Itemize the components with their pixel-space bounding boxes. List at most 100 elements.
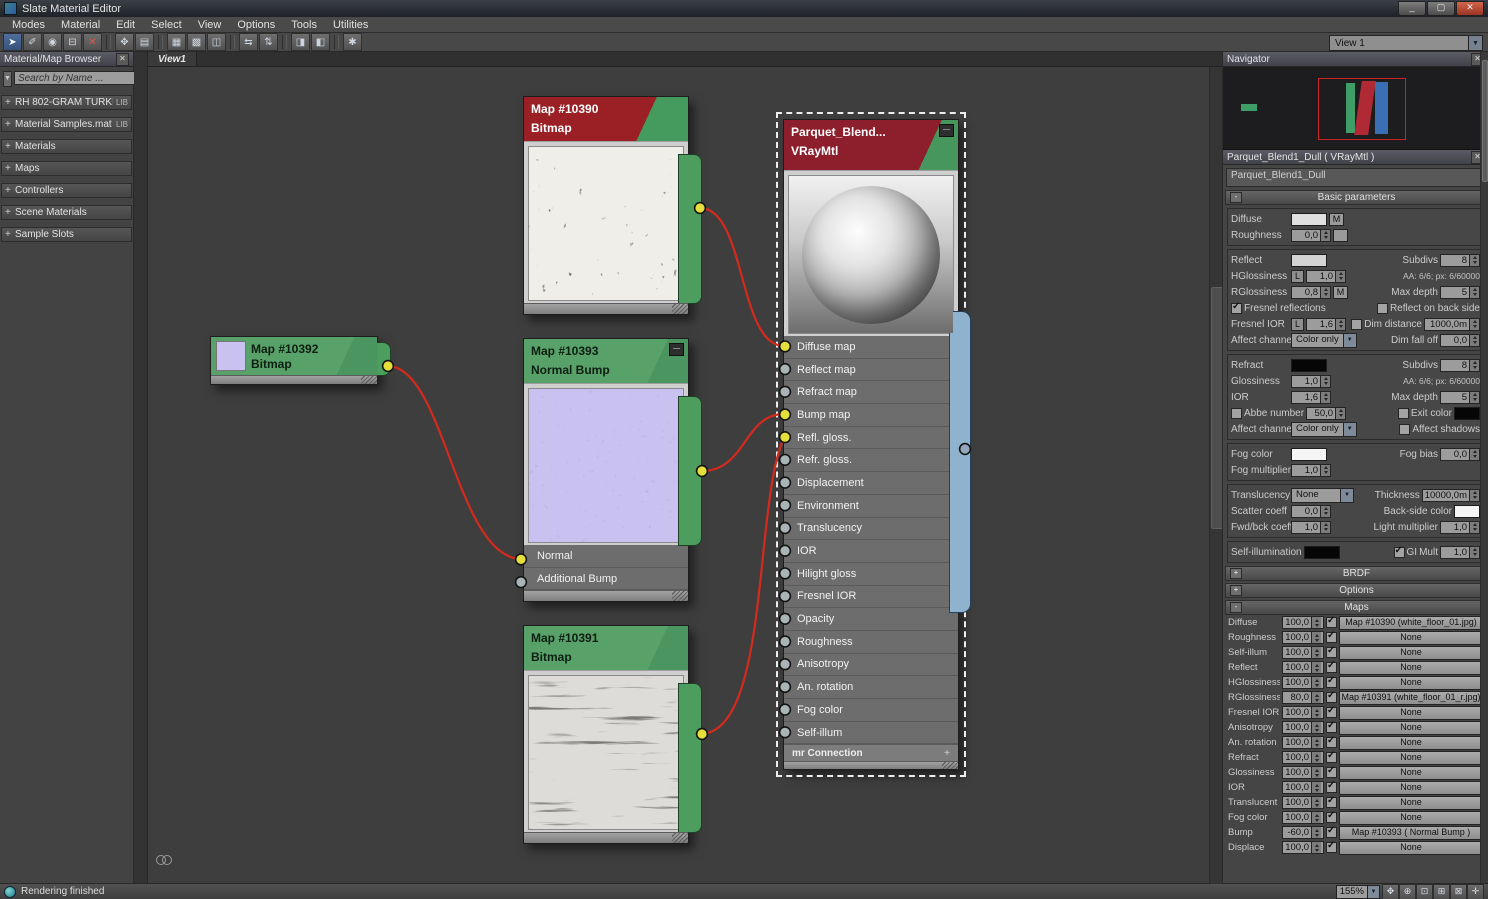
- map-amount-spinner[interactable]: 80,0: [1282, 691, 1324, 704]
- node-vraymtl-parquet-blend[interactable]: Parquet_Blend... VRayMtl — Diffuse mapRe…: [783, 119, 959, 770]
- subdivs-spinner[interactable]: 8: [1440, 254, 1480, 267]
- show-realistic-material-icon[interactable]: ◧: [311, 33, 330, 51]
- show-background-icon[interactable]: ▩: [187, 33, 206, 51]
- connection-wire[interactable]: [700, 208, 784, 346]
- spinner-arrows-icon[interactable]: [1335, 319, 1345, 330]
- map-slot-row[interactable]: Self-illum100,0None: [1225, 645, 1486, 660]
- map-amount-spinner[interactable]: 100,0: [1282, 811, 1324, 824]
- node-slot-translucency[interactable]: Translucency: [784, 518, 958, 541]
- refract-subdivs-spinner[interactable]: 8: [1440, 359, 1480, 372]
- spinner-arrows-icon[interactable]: [1469, 335, 1479, 346]
- map-enable-checkbox[interactable]: [1326, 632, 1337, 643]
- browser-item[interactable]: +Material Samples.matLIB: [1, 117, 132, 132]
- spinner-arrows-icon[interactable]: [1311, 707, 1321, 718]
- refract-max-depth-spinner[interactable]: 5: [1440, 391, 1480, 404]
- node-slot-fresnel-ior[interactable]: Fresnel IOR: [784, 586, 958, 609]
- expand-icon[interactable]: +: [5, 141, 12, 152]
- map-enable-checkbox[interactable]: [1326, 677, 1337, 688]
- map-enable-checkbox[interactable]: [1326, 737, 1337, 748]
- map-enable-checkbox[interactable]: [1326, 707, 1337, 718]
- spinner-arrows-icon[interactable]: [1469, 287, 1479, 298]
- navigator-header[interactable]: Navigator ✕: [1223, 52, 1488, 67]
- spinner-arrows-icon[interactable]: [1311, 692, 1321, 703]
- titlebar[interactable]: Slate Material Editor _ ▢ ✕: [0, 0, 1488, 17]
- tab-view1[interactable]: View1: [148, 52, 197, 66]
- map-enable-checkbox[interactable]: [1326, 722, 1337, 733]
- menu-utilities[interactable]: Utilities: [325, 19, 376, 31]
- material-preview-window-icon[interactable]: ◫: [207, 33, 226, 51]
- node-resize-grip[interactable]: [784, 761, 958, 769]
- fwd-bck-coeff-spinner[interactable]: 1,0: [1291, 521, 1331, 534]
- node-slot-anisotropy[interactable]: Anisotropy: [784, 654, 958, 677]
- node-slot-additional-bump[interactable]: Additional Bump: [524, 568, 688, 591]
- self-illumination-swatch[interactable]: [1304, 546, 1340, 559]
- browser-item[interactable]: +RH 802-GRAM TURKI...LIB: [1, 95, 132, 110]
- dropdown-arrow-icon[interactable]: ▼: [1343, 334, 1356, 347]
- node-slot-normal[interactable]: Normal: [524, 545, 688, 568]
- spinner-arrows-icon[interactable]: [1335, 271, 1345, 282]
- node-slot-refr-gloss[interactable]: Refr. gloss.: [784, 449, 958, 472]
- map-button[interactable]: None: [1339, 751, 1483, 765]
- node-map-10391[interactable]: Map #10391 Bitmap: [523, 625, 689, 844]
- dropdown-arrow-icon[interactable]: ▼: [1340, 489, 1353, 502]
- dim-distance-checkbox[interactable]: [1351, 319, 1362, 330]
- zoom-extents-selected-tool-icon[interactable]: ⊠: [1450, 884, 1467, 899]
- node-slot-opacity[interactable]: Opacity: [784, 608, 958, 631]
- spinner-arrows-icon[interactable]: [1320, 287, 1330, 298]
- map-button[interactable]: None: [1339, 661, 1483, 675]
- map-amount-spinner[interactable]: 100,0: [1282, 676, 1324, 689]
- map-button[interactable]: Map #10393 ( Normal Bump ): [1339, 826, 1483, 840]
- view-selector[interactable]: View 1 ▼: [1329, 35, 1483, 51]
- rollout-header[interactable]: + BRDF: [1225, 566, 1486, 581]
- collapse-icon[interactable]: -: [1230, 602, 1242, 613]
- output-connector[interactable]: [949, 311, 971, 613]
- node-preview[interactable]: [524, 141, 688, 303]
- node-map-10393[interactable]: Map #10393 Normal Bump —: [523, 338, 689, 602]
- spinner-arrows-icon[interactable]: [1469, 547, 1479, 558]
- rglossiness-map-button[interactable]: M: [1333, 286, 1348, 299]
- node-resize-grip[interactable]: [524, 590, 688, 601]
- map-amount-spinner[interactable]: 100,0: [1282, 766, 1324, 779]
- menu-options[interactable]: Options: [229, 19, 283, 31]
- map-enable-checkbox[interactable]: [1326, 827, 1337, 838]
- hglossiness-lock-button[interactable]: L: [1291, 270, 1304, 283]
- spinner-arrows-icon[interactable]: [1469, 319, 1479, 330]
- node-slot-an-rotation[interactable]: An. rotation: [784, 676, 958, 699]
- map-amount-spinner[interactable]: 100,0: [1282, 661, 1324, 674]
- map-button[interactable]: None: [1339, 766, 1483, 780]
- spinner-arrows-icon[interactable]: [1311, 632, 1321, 643]
- map-slot-row[interactable]: Displace100,0None: [1225, 840, 1486, 855]
- dim-fall-off-spinner[interactable]: 0,0: [1440, 334, 1480, 347]
- node-slot-hilight-gloss[interactable]: Hilight gloss: [784, 563, 958, 586]
- map-slot-row[interactable]: HGlossiness100,0None: [1225, 675, 1486, 690]
- exit-color-swatch[interactable]: [1454, 407, 1480, 420]
- map-enable-checkbox[interactable]: [1326, 812, 1337, 823]
- spinner-arrows-icon[interactable]: [1311, 827, 1321, 838]
- map-slot-row[interactable]: RGlossiness80,0Map #10391 (white_floor_0…: [1225, 690, 1486, 705]
- node-map-10390[interactable]: Map #10390 Bitmap: [523, 96, 689, 315]
- browser-item[interactable]: +Scene Materials: [1, 205, 132, 220]
- affect-shadows-checkbox[interactable]: [1399, 424, 1410, 435]
- node-slot-bump-map[interactable]: Bump map: [784, 404, 958, 427]
- map-enable-checkbox[interactable]: [1326, 782, 1337, 793]
- spinner-arrows-icon[interactable]: [1311, 782, 1321, 793]
- node-slot-self-illum[interactable]: Self-illum: [784, 722, 958, 745]
- node-preview[interactable]: [784, 170, 958, 336]
- spinner-arrows-icon[interactable]: [1335, 408, 1345, 419]
- menu-modes[interactable]: Modes: [4, 19, 53, 31]
- map-enable-checkbox[interactable]: [1326, 647, 1337, 658]
- map-amount-spinner[interactable]: 100,0: [1282, 796, 1324, 809]
- expand-icon[interactable]: +: [5, 229, 12, 240]
- map-amount-spinner[interactable]: 100,0: [1282, 631, 1324, 644]
- spinner-arrows-icon[interactable]: [1320, 376, 1330, 387]
- refract-glossiness-spinner[interactable]: 1,0: [1291, 375, 1331, 388]
- expand-icon[interactable]: +: [1230, 585, 1242, 596]
- spinner-arrows-icon[interactable]: [1311, 737, 1321, 748]
- node-slot-diffuse-map[interactable]: Diffuse map: [784, 336, 958, 359]
- connection-wire[interactable]: [388, 366, 520, 559]
- translucency-dropdown[interactable]: None▼: [1291, 488, 1354, 503]
- panel-divider[interactable]: [134, 52, 148, 883]
- menu-edit[interactable]: Edit: [108, 19, 143, 31]
- diffuse-map-button[interactable]: M: [1329, 213, 1344, 226]
- spinner-arrows-icon[interactable]: [1469, 255, 1479, 266]
